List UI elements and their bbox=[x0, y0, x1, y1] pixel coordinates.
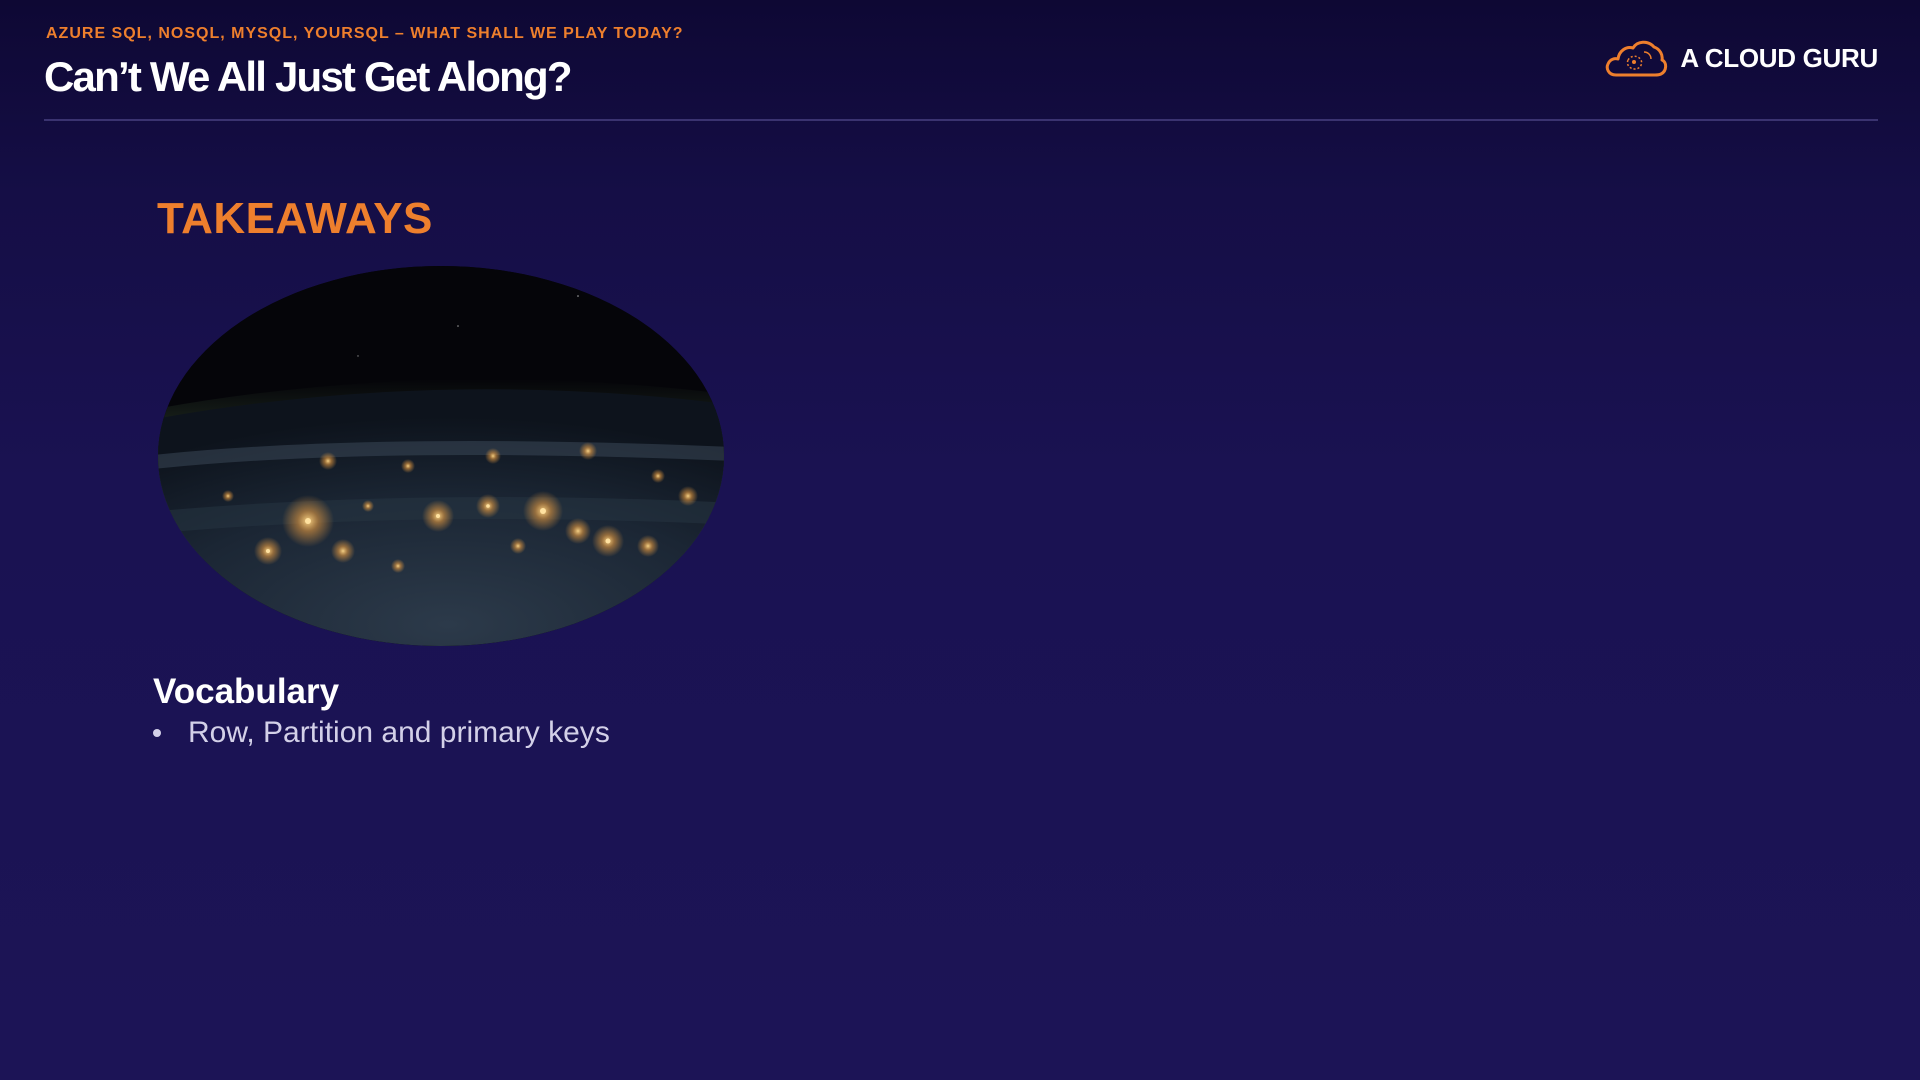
list-item: Row, Partition and primary keys bbox=[153, 716, 610, 750]
brand-logo: A CLOUD GURU bbox=[1604, 36, 1878, 80]
brand-name: A CLOUD GURU bbox=[1680, 42, 1878, 73]
header-divider bbox=[44, 119, 1878, 121]
earth-at-night-image bbox=[158, 266, 724, 646]
bullet-icon bbox=[153, 729, 161, 737]
vocabulary-list: Row, Partition and primary keys bbox=[153, 716, 610, 750]
course-eyebrow: AZURE SQL, NOSQL, MYSQL, YOURSQL – WHAT … bbox=[46, 25, 684, 42]
list-item-text: Row, Partition and primary keys bbox=[188, 716, 610, 749]
slide-title: Can’t We All Just Get Along? bbox=[44, 53, 573, 100]
slide-header: AZURE SQL, NOSQL, MYSQL, YOURSQL – WHAT … bbox=[44, 0, 1878, 122]
cloud-logo-icon bbox=[1604, 38, 1668, 78]
section-heading: TAKEAWAYS bbox=[157, 194, 433, 243]
vocabulary-heading: Vocabulary bbox=[153, 672, 340, 711]
